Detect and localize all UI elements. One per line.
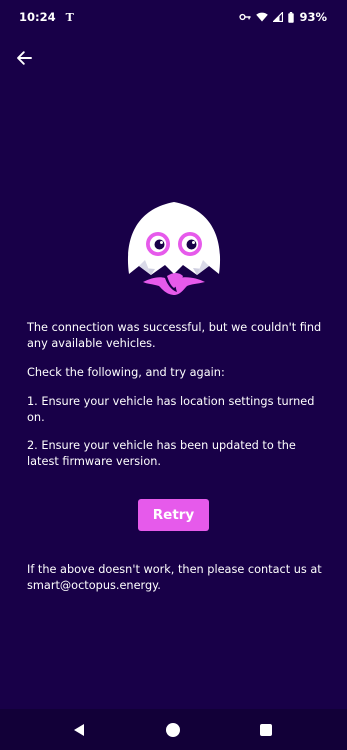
right-pupil	[186, 239, 197, 250]
nav-home-icon	[166, 723, 180, 737]
status-bar: 10:24 T 93%	[0, 0, 347, 34]
nav-recents-icon	[260, 724, 272, 736]
system-nav-bar	[0, 709, 347, 750]
step-1-text: 1. Ensure your vehicle has location sett…	[27, 395, 315, 424]
retry-button[interactable]: Retry	[138, 499, 209, 531]
contact-text: If the above doesn't work, then please c…	[27, 563, 322, 592]
carrier-glyph: T	[65, 10, 74, 24]
vpn-key-icon	[239, 13, 252, 21]
nav-recents-button[interactable]	[258, 722, 274, 738]
wifi-icon	[256, 12, 269, 22]
back-button[interactable]	[12, 46, 36, 70]
status-left: 10:24 T	[19, 10, 74, 24]
status-right: 93%	[239, 10, 327, 24]
step-2-text: 2. Ensure your vehicle has been updated …	[27, 439, 296, 468]
nav-back-icon	[74, 724, 84, 736]
intro-text: The connection was successful, but we co…	[27, 321, 322, 350]
left-pupil	[154, 239, 165, 250]
battery-icon	[288, 11, 295, 23]
ghost-mascot-illustration	[127, 202, 221, 295]
nav-back-button[interactable]	[71, 722, 87, 738]
right-glint	[192, 241, 195, 244]
arrow-left-icon	[17, 51, 32, 65]
status-time: 10:24	[19, 10, 56, 24]
battery-percent: 93%	[299, 10, 327, 24]
nav-home-button[interactable]	[165, 722, 181, 738]
left-glint	[160, 241, 163, 244]
signal-icon	[273, 12, 284, 22]
check-text: Check the following, and try again:	[27, 366, 225, 379]
